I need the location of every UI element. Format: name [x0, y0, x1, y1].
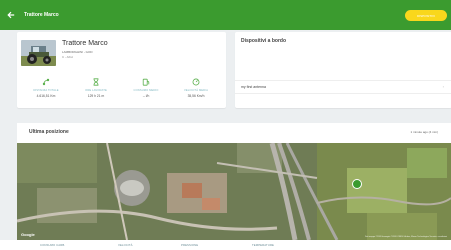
stat-avg-speed: VELOCITÀ MEDIA 35,56 Km/h [171, 78, 221, 98]
tab-temperatures[interactable]: TEMPERATURE [252, 243, 274, 247]
device-list-item[interactable]: my first antenna › [235, 80, 451, 94]
satellite-map[interactable]: Google Dati mappa ©2020 Immagini ©2020 C… [17, 143, 451, 240]
vehicle-card: Trattore Marco LAMBORGHINI - GOD C - AKH… [17, 32, 226, 108]
vehicle-name: Trattore Marco [62, 40, 108, 47]
fuel-icon [142, 78, 150, 86]
speedometer-icon [192, 78, 200, 86]
devices-card: Dispositivi a bordo my first antenna › [235, 32, 451, 108]
route-icon [42, 78, 50, 86]
vehicle-model: LAMBORGHINI - GOD [62, 50, 93, 54]
device-name: my first antenna [241, 85, 266, 89]
last-position-title: Ultima posizione [29, 129, 69, 135]
chevron-right-icon: › [442, 84, 444, 89]
stat-label: VELOCITÀ MEDIA [184, 89, 208, 92]
stat-avg-consumption: CONSUMO MEDIO -- l/h [121, 78, 171, 98]
tractor-photo [21, 40, 56, 66]
stat-value: -- l/h [142, 94, 150, 98]
stat-total-distance: DISTANZA TOTALE 4.616,51 Km [21, 78, 71, 98]
vehicle-map-marker[interactable] [352, 179, 362, 189]
tab-fuel-consumption[interactable]: CONSUMO CARB. [40, 243, 65, 247]
map-attribution[interactable]: Dati mappa ©2020 Immagini ©2020 CNES / A… [365, 236, 447, 238]
stat-label: CONSUMO MEDIO [133, 89, 159, 92]
page-title: Trattore Marco [24, 12, 59, 18]
app-bar: Trattore Marco DISPOSITIVI [0, 0, 451, 30]
back-arrow-icon[interactable] [0, 0, 22, 30]
hourglass-icon [93, 78, 99, 86]
stat-value: 129 h 21 m [87, 94, 105, 98]
devices-title: Dispositivi a bordo [241, 38, 287, 44]
stat-label: ORE LAVORATE [85, 89, 107, 92]
stat-label: DISTANZA TOTALE [33, 89, 59, 92]
last-position-time: 1 minute ago (4 min) [410, 130, 438, 134]
stat-value: 4.616,51 Km [36, 94, 56, 98]
google-logo: Google [21, 232, 35, 237]
last-position-header: Ultima posizione 1 minute ago (4 min) [17, 123, 451, 143]
devices-action-button[interactable]: DISPOSITIVI [405, 10, 447, 21]
bottom-tabs: CONSUMO CARB. VELOCITÀ PRESSIONE TEMPERA… [0, 240, 451, 250]
vehicle-plate: C - AKH [62, 55, 73, 59]
stat-value: 35,56 Km/h [187, 94, 205, 98]
tab-speed[interactable]: VELOCITÀ [118, 243, 133, 247]
tab-pressure[interactable]: PRESSIONE [181, 243, 198, 247]
stat-hours-worked: ORE LAVORATE 129 h 21 m [71, 78, 121, 98]
